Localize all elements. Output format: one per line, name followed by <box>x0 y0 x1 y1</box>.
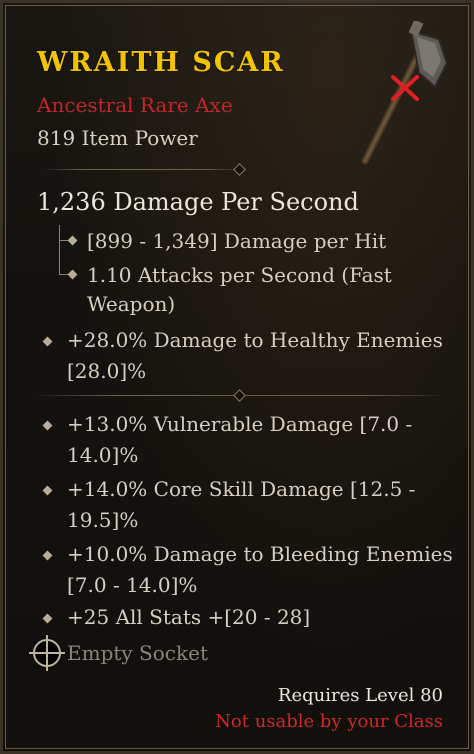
class-restriction: Not usable by your Class <box>215 711 443 732</box>
tree-connector <box>59 225 60 275</box>
damage-per-hit: [899 - 1,349] Damage per Hit <box>87 229 387 253</box>
required-level: Requires Level 80 <box>277 685 443 706</box>
affix-4-line-1: +25 All Stats +[20 - 28] <box>67 605 311 629</box>
red-x-icon <box>391 75 419 101</box>
bullet-icon <box>42 613 53 624</box>
socket-icon <box>29 635 65 671</box>
item-tooltip: WRAITH SCAR Ancestral Rare Axe 819 Item … <box>0 0 474 754</box>
affix-2-line-1: +14.0% Core Skill Damage [12.5 - <box>67 477 416 501</box>
divider-top <box>43 163 246 176</box>
attacks-per-second-cont: Weapon) <box>87 292 176 316</box>
bullet-icon <box>42 485 53 496</box>
affix-1-line-2: 14.0]% <box>67 443 139 467</box>
bullet-icon <box>67 269 78 280</box>
item-name: WRAITH SCAR <box>37 47 285 78</box>
affix-2-line-2: 19.5]% <box>67 508 139 532</box>
item-power: 819 Item Power <box>37 126 198 150</box>
empty-socket-label: Empty Socket <box>67 641 208 665</box>
bullet-icon <box>42 336 53 347</box>
affix-1-line-1: +13.0% Vulnerable Damage [7.0 - <box>67 412 413 436</box>
bullet-icon <box>42 420 53 431</box>
item-type: Ancestral Rare Axe <box>37 93 233 117</box>
divider-middle <box>31 389 449 402</box>
bullet-icon <box>67 235 78 246</box>
affix-3-line-1: +10.0% Damage to Bleeding Enemies <box>67 542 453 566</box>
damage-per-second: 1,236 Damage Per Second <box>37 188 359 216</box>
affix-3-line-2: [7.0 - 14.0]% <box>67 573 198 597</box>
attacks-per-second: 1.10 Attacks per Second (Fast <box>87 263 392 287</box>
implicit-line-1: +28.0% Damage to Healthy Enemies <box>67 328 443 352</box>
bullet-icon <box>42 550 53 561</box>
implicit-line-2: [28.0]% <box>67 359 147 383</box>
